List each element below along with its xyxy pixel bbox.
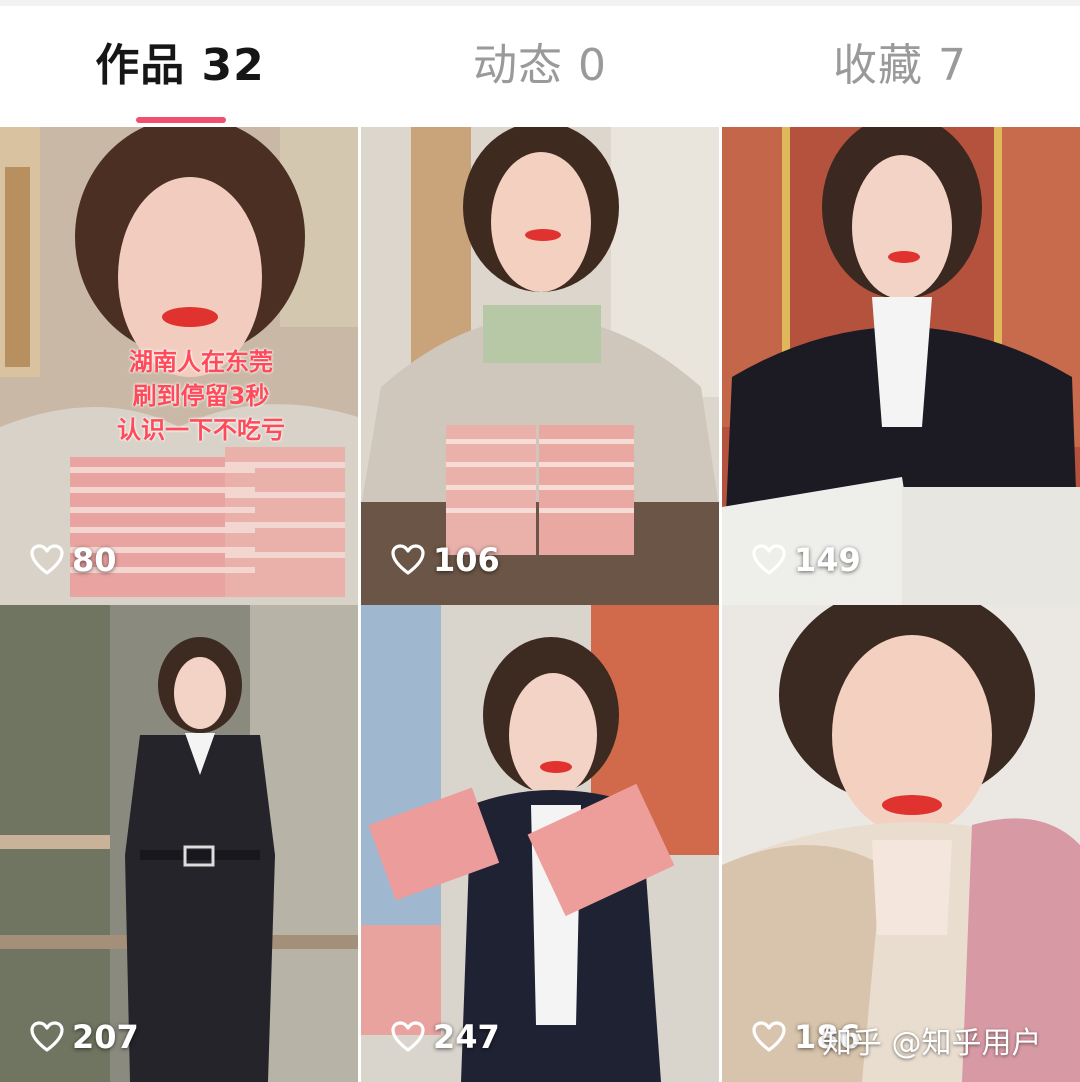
heart-outline-icon — [752, 1021, 786, 1052]
like-count: 207 — [30, 1018, 139, 1056]
like-count-value: 149 — [794, 541, 861, 579]
video-cover-image — [361, 127, 719, 605]
tab-works[interactable]: 作品 32 — [0, 6, 360, 126]
tab-dynamics[interactable]: 动态 0 — [360, 6, 720, 126]
video-caption-overlay: 湖南人在东莞 刷到停留3秒 认识一下不吃亏 — [117, 348, 285, 444]
like-count: 106 — [391, 541, 500, 579]
video-thumbnail-5[interactable]: 247 — [361, 605, 719, 1082]
video-cover-image — [722, 605, 1080, 1082]
tab-works-label: 作品 32 — [95, 40, 265, 91]
like-count: 247 — [391, 1018, 500, 1056]
heart-outline-icon — [30, 544, 64, 575]
heart-outline-icon — [391, 544, 425, 575]
like-count-value: 207 — [72, 1018, 139, 1056]
like-count-value: 247 — [433, 1018, 500, 1056]
video-cover-image — [361, 605, 719, 1082]
tab-dynamics-label: 动态 0 — [473, 40, 607, 91]
video-thumbnail-2[interactable]: 106 — [361, 127, 719, 605]
heart-outline-icon — [752, 544, 786, 575]
video-grid: 湖南人在东莞 刷到停留3秒 认识一下不吃亏 80 106 149 207 247… — [0, 127, 1080, 1082]
tab-favorites-label: 收藏 7 — [833, 40, 967, 91]
like-count-value: 106 — [433, 541, 500, 579]
like-count-value: 80 — [72, 541, 117, 579]
zhihu-watermark: 知乎 @知乎用户 — [822, 1026, 1042, 1061]
like-count: 149 — [752, 541, 861, 579]
tab-favorites[interactable]: 收藏 7 — [720, 6, 1080, 126]
video-thumbnail-1[interactable]: 湖南人在东莞 刷到停留3秒 认识一下不吃亏 80 — [0, 127, 358, 605]
active-tab-indicator — [136, 117, 226, 123]
video-cover-image — [0, 605, 358, 1082]
video-thumbnail-3[interactable]: 149 — [722, 127, 1080, 605]
like-count: 80 — [30, 541, 117, 579]
video-cover-image — [722, 127, 1080, 605]
video-thumbnail-6[interactable]: 186 — [722, 605, 1080, 1082]
profile-tabs: 作品 32 动态 0 收藏 7 — [0, 6, 1080, 126]
video-thumbnail-4[interactable]: 207 — [0, 605, 358, 1082]
heart-outline-icon — [391, 1021, 425, 1052]
heart-outline-icon — [30, 1021, 64, 1052]
